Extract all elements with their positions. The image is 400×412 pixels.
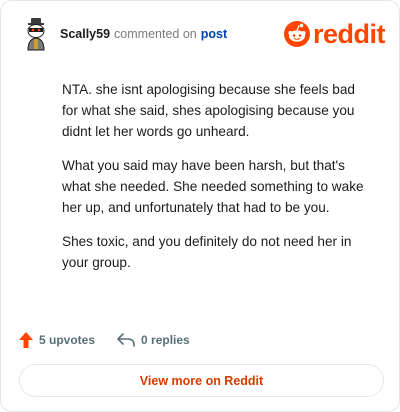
reddit-logo[interactable]: reddit [283,18,386,49]
upvotes-count: 5 upvotes [39,333,96,347]
comment-header: Scally59 commented on post reddit [19,15,386,53]
action-text: commented on [114,27,197,41]
comment-body: NTA. she isnt apologising because she fe… [62,79,374,286]
reddit-snoo-icon [283,21,310,47]
upvotes-stat[interactable]: 5 upvotes [19,332,95,348]
comment-paragraph: NTA. she isnt apologising because she fe… [62,82,355,139]
comment-paragraph: Shes toxic, and you definitely do not ne… [62,234,352,270]
username[interactable]: Scally59 [60,27,110,41]
user-avatar[interactable] [19,17,53,51]
reddit-wordmark: reddit [312,18,386,49]
upvote-arrow-icon [19,332,33,348]
reply-arrow-icon [117,333,135,347]
replies-count: 0 replies [141,333,190,347]
embedded-comment-card: Scally59 commented on post reddit NTA. s… [0,0,400,412]
comment-footer: 5 upvotes 0 replies [19,330,190,350]
comment-paragraph: What you said may have been harsh, but t… [62,158,364,215]
replies-stat[interactable]: 0 replies [117,333,190,347]
post-link[interactable]: post [201,27,227,41]
view-more-button[interactable]: View more on Reddit [19,364,384,397]
comment-meta: Scally59 commented on post [60,27,227,41]
